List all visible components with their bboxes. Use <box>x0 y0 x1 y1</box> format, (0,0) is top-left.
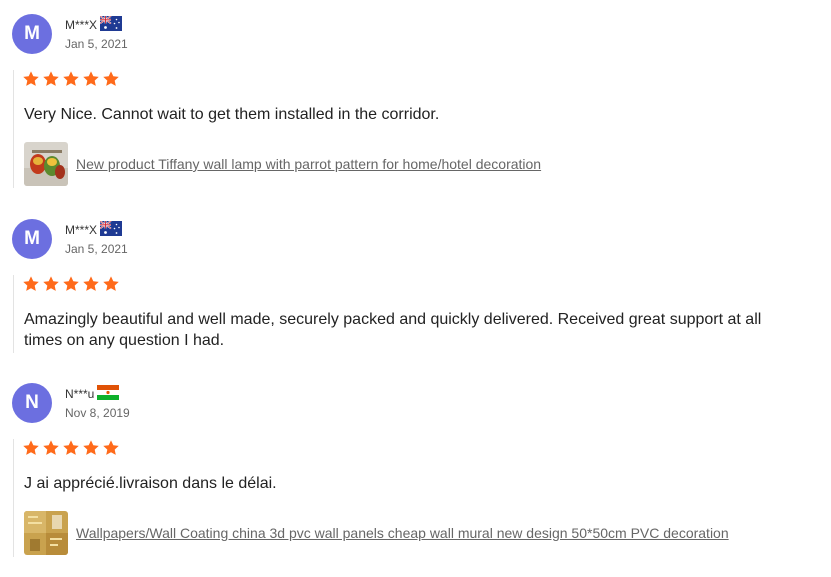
review-date: Nov 8, 2019 <box>65 406 130 420</box>
divider <box>13 275 14 353</box>
star-icon <box>22 439 40 457</box>
star-icon <box>42 439 60 457</box>
divider <box>13 439 14 557</box>
avatar: M <box>12 219 52 259</box>
star-icon <box>62 275 80 293</box>
star-icon <box>22 70 40 88</box>
product-link[interactable]: Wallpapers/Wall Coating china 3d pvc wal… <box>76 525 729 541</box>
star-icon <box>62 70 80 88</box>
reviewer-name-text: N***u <box>65 387 95 401</box>
star-icon <box>42 275 60 293</box>
star-icon <box>62 439 80 457</box>
star-icon <box>42 70 60 88</box>
star-icon <box>102 275 120 293</box>
review-text: J ai apprécié.livraison dans le délai. <box>24 475 277 492</box>
review-date: Jan 5, 2021 <box>65 242 128 256</box>
reviewer-name: M***X <box>65 221 122 237</box>
review-text: Amazingly beautiful and well made, secur… <box>24 311 762 349</box>
reviewer-name: M***X <box>65 16 122 32</box>
wall-panel-thumbnail[interactable] <box>24 511 68 555</box>
reviewer-name-text: M***X <box>65 223 98 237</box>
review-date: Jan 5, 2021 <box>65 37 128 51</box>
star-icon <box>82 439 100 457</box>
avatar: N <box>12 383 52 423</box>
star-icon <box>102 439 120 457</box>
review-text: Very Nice. Cannot wait to get them insta… <box>24 106 440 123</box>
niger-flag-icon <box>97 385 119 400</box>
product-link[interactable]: New product Tiffany wall lamp with parro… <box>76 156 541 172</box>
star-icon <box>102 70 120 88</box>
australia-flag-icon <box>100 16 122 31</box>
star-icon <box>22 275 40 293</box>
review-product[interactable]: Wallpapers/Wall Coating china 3d pvc wal… <box>24 511 729 555</box>
reviewer-name: N***u <box>65 385 119 401</box>
australia-flag-icon <box>100 221 122 236</box>
star-icon <box>82 275 100 293</box>
star-rating <box>22 70 120 88</box>
star-rating <box>22 275 120 293</box>
star-rating <box>22 439 120 457</box>
star-icon <box>82 70 100 88</box>
avatar: M <box>12 14 52 54</box>
review-product[interactable]: New product Tiffany wall lamp with parro… <box>24 142 541 186</box>
divider <box>13 70 14 188</box>
reviewer-name-text: M***X <box>65 18 98 32</box>
parrot-lamp-thumbnail[interactable] <box>24 142 68 186</box>
